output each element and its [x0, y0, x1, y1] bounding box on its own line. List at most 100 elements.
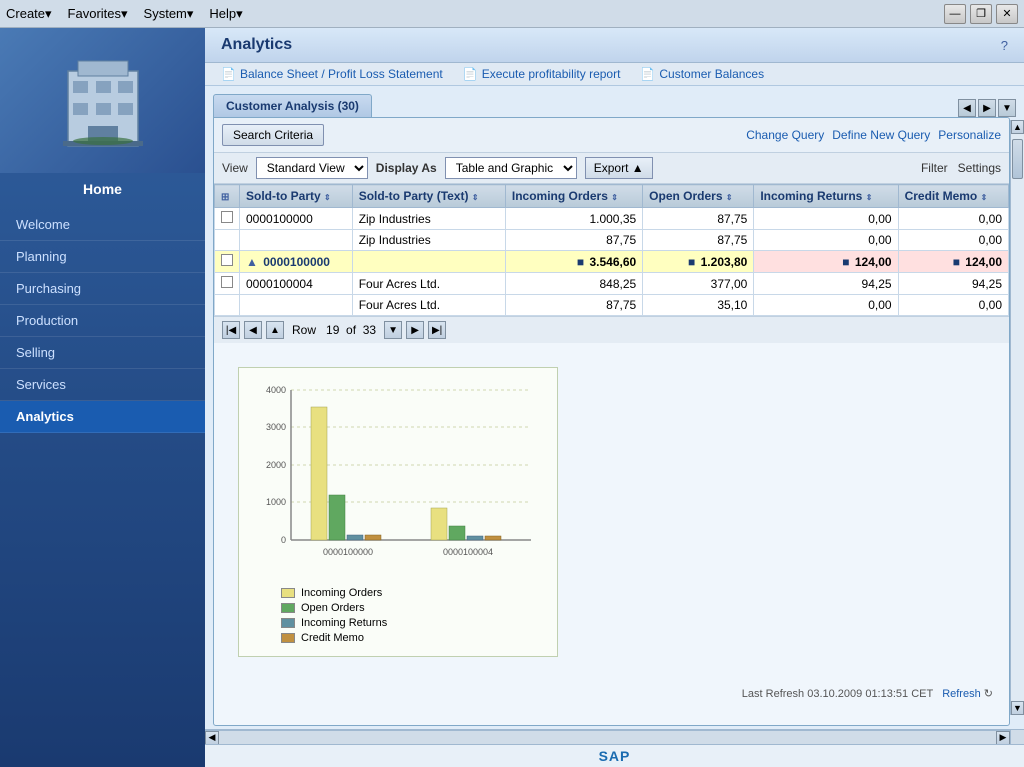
menu-help[interactable]: Help▾	[209, 6, 242, 22]
scroll-left-btn[interactable]: ◀	[205, 731, 219, 745]
th-incoming-orders[interactable]: Incoming Orders ⇕	[505, 185, 642, 208]
maximize-button[interactable]: ❐	[970, 4, 992, 24]
tab-nav-left[interactable]: ◀	[958, 99, 976, 117]
horizontal-scrollbar: ◀ ▶	[205, 730, 1010, 744]
bar-chart: 4000 3000 2000 1000 0	[251, 380, 541, 580]
doc-icon-1: 📄	[221, 67, 236, 81]
legend-color-credit	[281, 633, 295, 643]
sidebar-item-production[interactable]: Production	[0, 305, 205, 337]
close-button[interactable]: ✕	[996, 4, 1018, 24]
legend-label-incoming: Incoming Orders	[301, 587, 382, 599]
display-as-select[interactable]: Table and Graphic	[445, 157, 577, 179]
scroll-right-btn[interactable]: ▶	[996, 731, 1010, 745]
sidebar-item-analytics[interactable]: Analytics	[0, 401, 205, 433]
main-panel: Search Criteria Change Query Define New …	[213, 117, 1010, 726]
sidebar-home-label[interactable]: Home	[0, 173, 205, 205]
sidebar-item-services[interactable]: Services	[0, 369, 205, 401]
help-button[interactable]: ?	[1001, 38, 1008, 53]
sidebar-item-welcome[interactable]: Welcome	[0, 209, 205, 241]
row-checkbox-4[interactable]	[221, 276, 233, 288]
cell-credit-1: 0,00	[898, 208, 1008, 230]
svg-text:0000100004: 0000100004	[443, 547, 493, 557]
svg-text:4000: 4000	[266, 385, 286, 395]
settings-label[interactable]: Settings	[958, 161, 1001, 175]
view-select[interactable]: Standard View	[256, 157, 368, 179]
menu-favorites[interactable]: Favorites▾	[68, 6, 128, 22]
main-layout: Home Welcome Planning Purchasing Product…	[0, 28, 1024, 767]
cell-returns-5: 0,00	[754, 295, 898, 316]
data-table: ⊞ Sold-to Party ⇕ Sold-to Party (Text) ⇕	[214, 184, 1009, 316]
cell-returns-2: 0,00	[754, 230, 898, 251]
sidebar-item-planning[interactable]: Planning	[0, 241, 205, 273]
link-customer-balances[interactable]: 📄 Customer Balances	[640, 67, 764, 81]
page-next-btn[interactable]: ▶	[406, 321, 424, 339]
cell-open-1: 87,75	[643, 208, 754, 230]
search-criteria-button[interactable]: Search Criteria	[222, 124, 324, 146]
sidebar-item-selling[interactable]: Selling	[0, 337, 205, 369]
sort-icon-5[interactable]: ⇕	[866, 193, 873, 202]
cell-credit-3: ■ 124,00	[898, 251, 1008, 273]
page-up-btn[interactable]: ▲	[266, 321, 284, 339]
customer-analysis-tab[interactable]: Customer Analysis (30)	[213, 94, 372, 117]
tab-navigation: ◀ ▶ ▼	[958, 99, 1016, 117]
page-prev-btn[interactable]: ◀	[244, 321, 262, 339]
expand-icon[interactable]: ▲	[246, 255, 258, 269]
legend-color-open	[281, 603, 295, 613]
filter-settings: Filter Settings	[921, 161, 1001, 175]
th-credit-memo[interactable]: Credit Memo ⇕	[898, 185, 1008, 208]
scroll-up-btn[interactable]: ▲	[1011, 120, 1024, 134]
th-sold-to-party[interactable]: Sold-to Party ⇕	[240, 185, 353, 208]
th-incoming-returns[interactable]: Incoming Returns ⇕	[754, 185, 898, 208]
table-settings-icon[interactable]: ⊞	[221, 192, 229, 203]
page-info: Row 19 of 33	[292, 323, 376, 337]
th-sold-to-party-text[interactable]: Sold-to Party (Text) ⇕	[352, 185, 505, 208]
sort-icon-2[interactable]: ⇕	[472, 193, 479, 202]
cell-party-text-2: Zip Industries	[352, 230, 505, 251]
legend-label-open: Open Orders	[301, 602, 365, 614]
sap-logo: SAP	[205, 744, 1024, 767]
toolbar: Search Criteria Change Query Define New …	[214, 118, 1009, 153]
legend-label-returns: Incoming Returns	[301, 617, 387, 629]
cell-incoming-4: 848,25	[505, 273, 642, 295]
th-open-orders[interactable]: Open Orders ⇕	[643, 185, 754, 208]
change-query-link[interactable]: Change Query	[746, 128, 824, 142]
page-header: Analytics ?	[205, 28, 1024, 63]
sort-icon-3[interactable]: ⇕	[611, 193, 618, 202]
legend-label-credit: Credit Memo	[301, 632, 364, 644]
export-button[interactable]: Export ▲	[585, 157, 653, 179]
content-area: Analytics ? 📄 Balance Sheet / Profit Los…	[205, 28, 1024, 767]
cell-party-5	[240, 295, 353, 316]
table-controls: View Standard View Display As Table and …	[214, 153, 1009, 184]
refresh-icon: ↻	[984, 688, 993, 700]
minimize-button[interactable]: —	[944, 4, 966, 24]
sort-icon-4[interactable]: ⇕	[726, 193, 733, 202]
pagination: |◀ ◀ ▲ Row 19 of 33 ▼ ▶ ▶|	[214, 316, 1009, 343]
scroll-thumb[interactable]	[1012, 139, 1023, 179]
sort-icon-1[interactable]: ⇕	[324, 193, 331, 202]
sidebar-item-purchasing[interactable]: Purchasing	[0, 273, 205, 305]
menu-create[interactable]: Create▾	[6, 6, 52, 22]
scroll-down-btn[interactable]: ▼	[1011, 701, 1024, 715]
toolbar-right: Change Query Define New Query Personaliz…	[746, 128, 1001, 142]
table-container: ⊞ Sold-to Party ⇕ Sold-to Party (Text) ⇕	[214, 184, 1009, 316]
cell-credit-2: 0,00	[898, 230, 1008, 251]
sort-icon-6[interactable]: ⇕	[981, 193, 988, 202]
link-balance-sheet[interactable]: 📄 Balance Sheet / Profit Loss Statement	[221, 67, 443, 81]
personalize-link[interactable]: Personalize	[938, 128, 1001, 142]
page-down-btn[interactable]: ▼	[384, 321, 402, 339]
refresh-link[interactable]: Refresh	[942, 688, 981, 700]
doc-icon-2: 📄	[463, 67, 478, 81]
bullet-1: ■	[577, 255, 584, 269]
row-checkbox-1[interactable]	[221, 211, 233, 223]
building-icon	[58, 51, 148, 151]
row-checkbox-3[interactable]	[221, 254, 233, 266]
menu-system[interactable]: System▾	[144, 6, 194, 22]
tab-nav-menu[interactable]: ▼	[998, 99, 1016, 117]
link-profitability[interactable]: 📄 Execute profitability report	[463, 67, 621, 81]
tab-nav-right[interactable]: ▶	[978, 99, 996, 117]
filter-label[interactable]: Filter	[921, 161, 948, 175]
define-new-query-link[interactable]: Define New Query	[832, 128, 930, 142]
menu-bar: Create▾ Favorites▾ System▾ Help▾ — ❐ ✕	[0, 0, 1024, 28]
page-first-btn[interactable]: |◀	[222, 321, 240, 339]
page-last-btn[interactable]: ▶|	[428, 321, 446, 339]
